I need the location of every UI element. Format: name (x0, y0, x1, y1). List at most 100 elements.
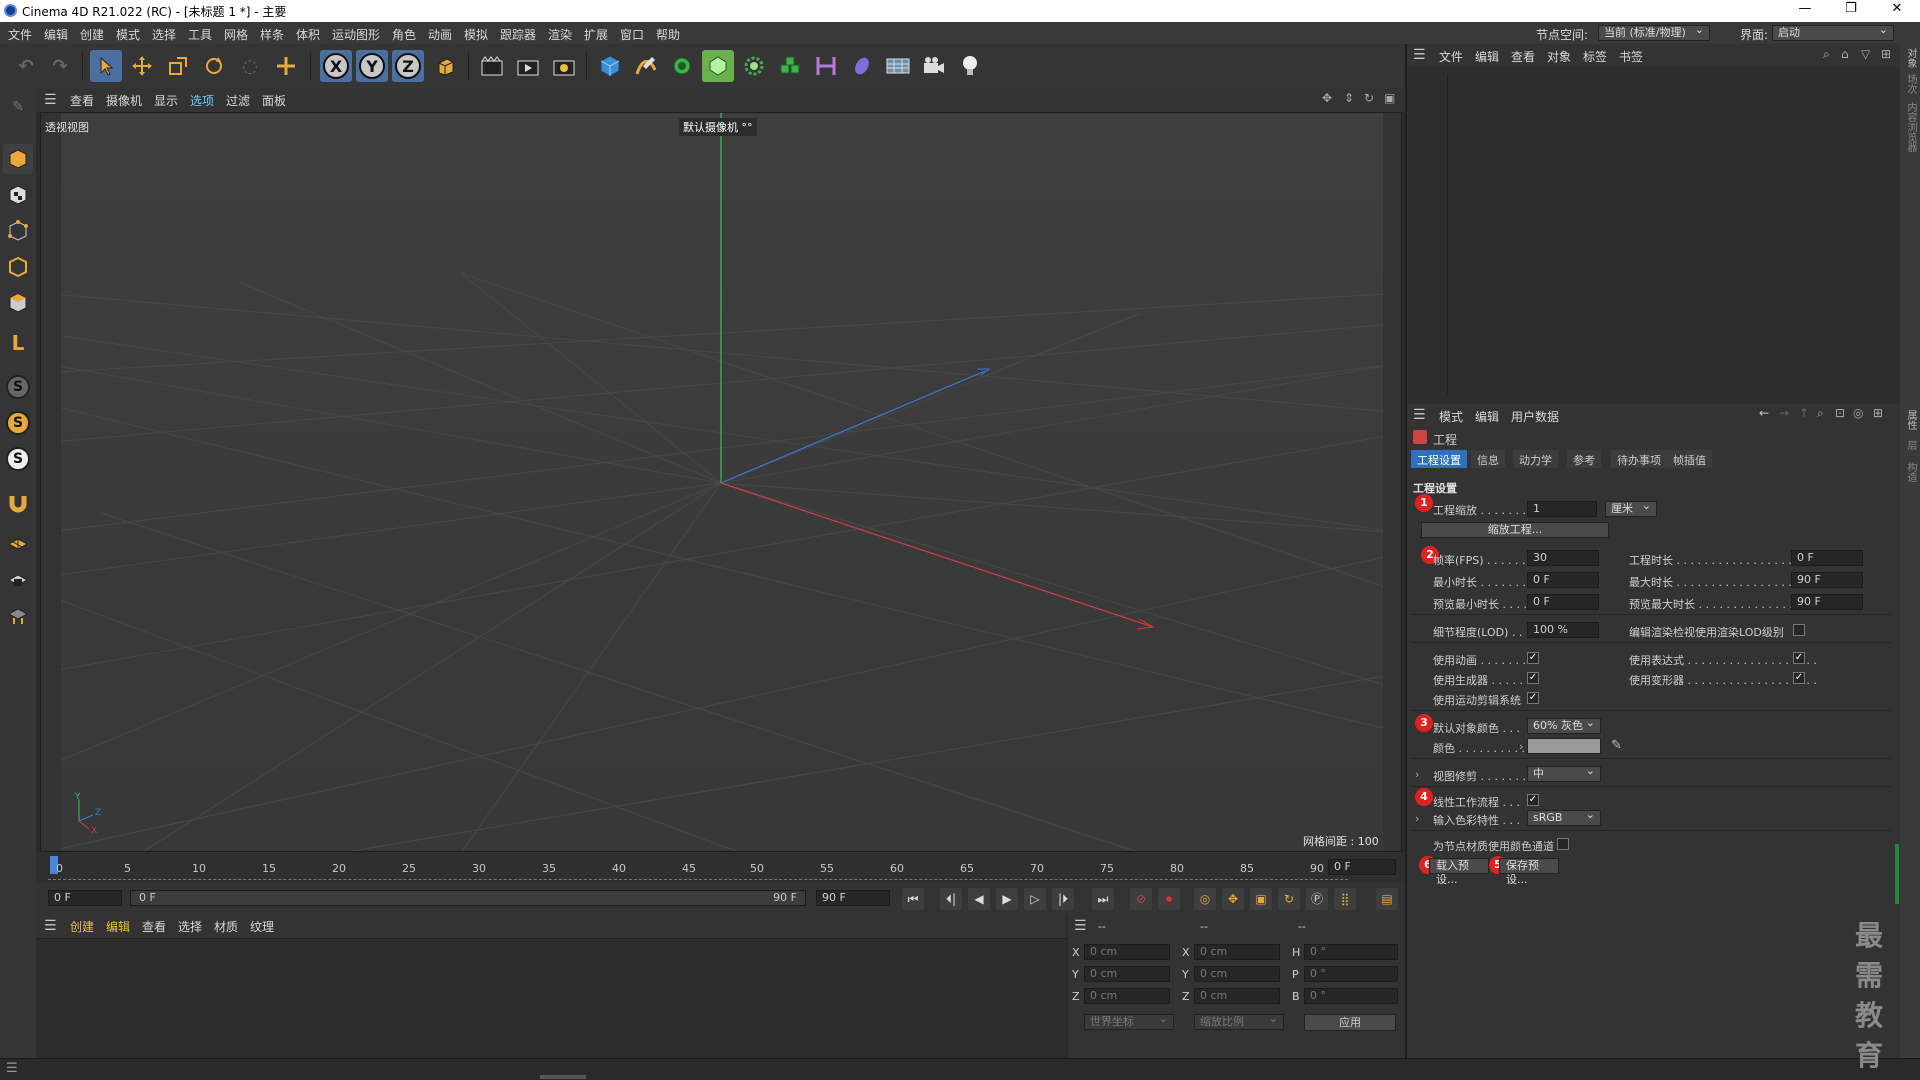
coord-pos-x-field[interactable]: 0 cm (1084, 944, 1170, 960)
max-time-field[interactable]: 90 F (1791, 572, 1863, 588)
points-mode-icon[interactable] (3, 216, 33, 246)
coord-size-x-field[interactable]: 0 cm (1194, 944, 1280, 960)
use-expressions-checkbox[interactable]: ✓ (1793, 652, 1805, 664)
menu-select[interactable]: 选择 (152, 26, 176, 43)
timeline-window-icon[interactable]: ▤ (1376, 888, 1398, 910)
floor-scene-icon[interactable] (882, 50, 914, 82)
coord-scale-dropdown[interactable]: 缩放比例 (1194, 1012, 1284, 1030)
go-to-start-icon[interactable]: ⏮ (902, 888, 924, 910)
material-list-area[interactable] (36, 938, 1066, 1058)
scale-icon[interactable] (162, 50, 194, 82)
dock-tab-attributes[interactable]: 属性 (1902, 410, 1918, 430)
coord-rot-h-field[interactable]: 0 ° (1304, 944, 1398, 960)
end-frame-field[interactable]: 90 F (816, 890, 890, 906)
menu-window[interactable]: 窗口 (620, 26, 644, 43)
field-icon[interactable] (846, 50, 878, 82)
node-material-color-checkbox[interactable] (1557, 838, 1569, 850)
fps-field[interactable]: 30 (1527, 550, 1599, 566)
menu-mograph[interactable]: 运动图形 (332, 26, 380, 43)
object-list[interactable] (1447, 74, 1867, 394)
tab-referencing[interactable]: 参考 (1567, 450, 1601, 468)
z-axis-lock-button[interactable]: Z (392, 50, 424, 82)
settings-icon[interactable]: ◎ (1853, 406, 1863, 420)
menu-file[interactable]: 文件 (8, 26, 32, 43)
object-menu-bookmarks[interactable]: 书签 (1619, 48, 1643, 65)
preview-min-field[interactable]: 0 F (1527, 594, 1599, 610)
workplane-lock-icon[interactable] (3, 564, 33, 594)
render-to-picture-viewer-icon[interactable] (512, 50, 544, 82)
coord-size-y-field[interactable]: 0 cm (1194, 966, 1280, 982)
up-arrow-icon[interactable]: ↑ (1799, 406, 1809, 420)
coord-rot-p-field[interactable]: 0 ° (1304, 966, 1398, 982)
menu-mode[interactable]: 模式 (116, 26, 140, 43)
polygons-mode-icon[interactable] (3, 288, 33, 318)
start-frame-field[interactable]: 0 F (48, 890, 122, 906)
render-view-icon[interactable] (476, 50, 508, 82)
use-animation-checkbox[interactable]: ✓ (1527, 652, 1539, 664)
tab-info[interactable]: 信息 (1471, 450, 1505, 468)
eyedropper-icon[interactable]: ✎ (1611, 738, 1622, 753)
menu-animate[interactable]: 动画 (428, 26, 452, 43)
edges-mode-icon[interactable] (3, 252, 33, 282)
deformer-icon[interactable] (810, 50, 842, 82)
viewport-menu-cameras[interactable]: 摄像机 (106, 92, 142, 109)
apply-button[interactable]: 应用 (1304, 1014, 1396, 1031)
viewport-menu-display[interactable]: 显示 (154, 92, 178, 109)
new-window-icon[interactable]: ⊞ (1873, 406, 1883, 420)
record-position-icon[interactable]: ✥ (1222, 888, 1244, 910)
search-icon[interactable]: ⌕ (1823, 47, 1830, 62)
viewport-menu-filter[interactable]: 过滤 (226, 92, 250, 109)
material-menu-select[interactable]: 选择 (178, 918, 202, 935)
material-menu-texture[interactable]: 纹理 (250, 918, 274, 935)
viewport-menu-options[interactable]: 选项 (190, 92, 214, 109)
cloner-icon[interactable] (738, 50, 770, 82)
make-editable-icon[interactable]: ✎ (3, 92, 33, 122)
object-menu-view[interactable]: 查看 (1511, 48, 1535, 65)
add-move-icon[interactable] (270, 50, 302, 82)
input-color-profile-dropdown[interactable]: sRGB (1527, 808, 1601, 826)
menu-tracker[interactable]: 跟踪器 (500, 26, 536, 43)
project-scale-unit-dropdown[interactable]: 厘米 (1605, 499, 1657, 517)
x-axis-lock-button[interactable]: X (320, 50, 352, 82)
keyframe-selection-icon[interactable]: ◎ (1194, 888, 1216, 910)
cube-object-icon[interactable] (594, 50, 626, 82)
current-frame-field[interactable]: 0 F (1328, 859, 1396, 875)
new-window-icon[interactable]: ⊞ (1881, 47, 1891, 61)
dock-tab-takes[interactable]: 场次 (1902, 74, 1918, 94)
viewport-pan-icon[interactable]: ✥ (1322, 91, 1332, 105)
use-deformers-checkbox[interactable]: ✓ (1793, 672, 1805, 684)
snap-magnet-icon[interactable] (3, 488, 33, 518)
solo-hierarchy-icon[interactable]: S (3, 408, 33, 438)
tab-todo[interactable]: 待办事项 (1611, 450, 1667, 468)
filter-icon[interactable]: ▽ (1861, 47, 1870, 61)
attr-menu-edit[interactable]: 编辑 (1475, 408, 1499, 425)
object-menu-objects[interactable]: 对象 (1547, 48, 1571, 65)
search-icon[interactable]: ⌕ (1817, 406, 1824, 421)
perspective-viewport[interactable]: 透视视图 默认摄像机 °° 网格间距 : 100 cm Y Z X (40, 112, 1402, 852)
tab-dynamics[interactable]: 动力学 (1513, 450, 1558, 468)
spline-pen-icon[interactable] (630, 50, 662, 82)
dock-tab-objects[interactable]: 对象 (1902, 48, 1918, 68)
dock-tab-content-browser[interactable]: 内容浏览器 (1902, 102, 1918, 152)
menu-volume[interactable]: 体积 (296, 26, 320, 43)
autokey-icon[interactable]: ⏺ (1158, 888, 1180, 910)
hamburger-icon[interactable]: ☰ (1413, 407, 1426, 423)
coordinate-system-icon[interactable] (430, 50, 462, 82)
hamburger-icon[interactable]: ☰ (1074, 918, 1087, 934)
min-time-field[interactable]: 0 F (1527, 572, 1599, 588)
material-menu-create[interactable]: 创建 (70, 918, 94, 935)
model-mode-icon[interactable] (3, 144, 33, 174)
status-menu-icon[interactable]: ☰ (6, 1061, 18, 1076)
select-arrow-icon[interactable] (90, 50, 122, 82)
viewport-menu-view[interactable]: 查看 (70, 92, 94, 109)
project-time-field[interactable]: 0 F (1791, 550, 1863, 566)
subdivision-surface-icon[interactable] (666, 50, 698, 82)
input-color-expand-icon[interactable]: › (1415, 812, 1419, 825)
save-preset-button[interactable]: 保存预设... (1499, 858, 1559, 886)
menu-edit[interactable]: 编辑 (44, 26, 68, 43)
home-icon[interactable]: ⌂ (1841, 47, 1849, 61)
solo-icon[interactable]: S (3, 372, 33, 402)
material-menu-edit[interactable]: 编辑 (106, 918, 130, 935)
menu-mesh[interactable]: 网格 (224, 26, 248, 43)
camera-icon[interactable] (918, 50, 950, 82)
